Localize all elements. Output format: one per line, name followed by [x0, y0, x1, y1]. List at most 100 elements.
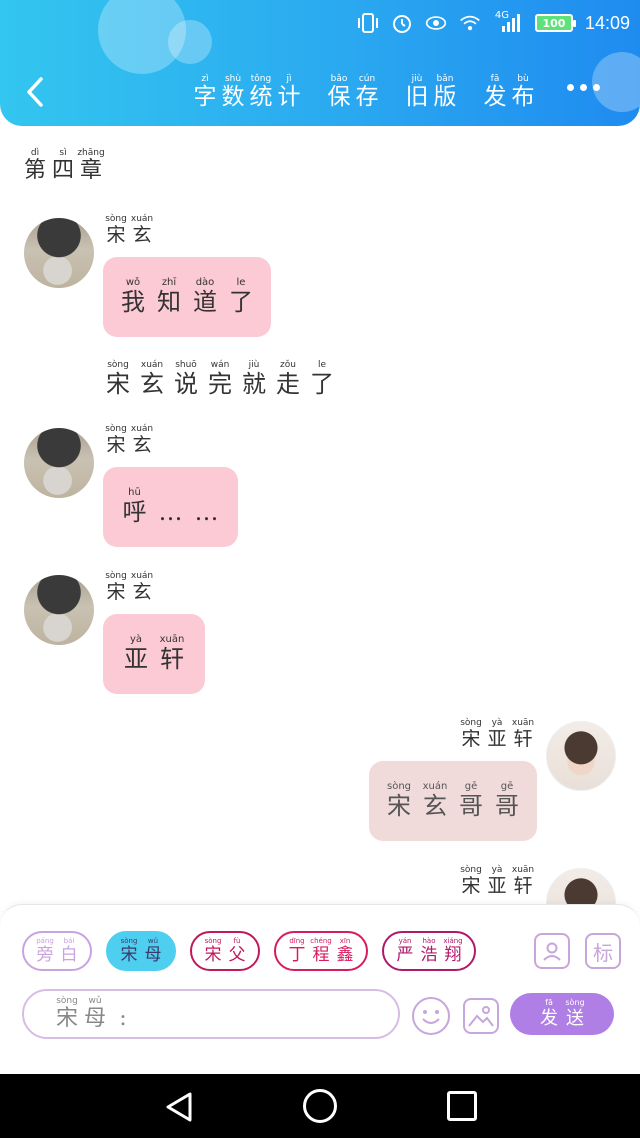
ruby-char: hào 浩 — [418, 937, 440, 965]
hanzi: 宋 — [106, 434, 126, 456]
hanzi: 宋 — [106, 370, 130, 398]
avatar-song-yaxuan[interactable] — [546, 721, 616, 791]
more-options-button[interactable] — [567, 84, 600, 91]
hanzi: 宋 — [387, 792, 411, 820]
avatar-song-xuan[interactable] — [24, 428, 94, 498]
pinyin — [205, 488, 208, 498]
emoji-button[interactable] — [412, 997, 450, 1035]
avatar-song-xuan[interactable] — [24, 575, 94, 645]
send-button[interactable]: fā 发 sòng 送 — [510, 993, 614, 1035]
ruby-char: xuān 轩 — [155, 635, 189, 674]
hanzi: 版 — [433, 84, 457, 110]
header-actions: zì 字 shù 数 tǒng 统 jì 计 bǎo 保 cún 存 jiù 旧 bǎn 版 fā 发 bù 布 — [192, 74, 536, 110]
alarm-icon — [391, 12, 413, 34]
ruby-char: bái 白 — [58, 937, 80, 965]
pinyin: zhī — [161, 277, 177, 288]
speaker-name: sòng 宋 xuán 玄 — [104, 214, 154, 246]
image-button[interactable] — [463, 998, 499, 1034]
ruby-char: shù 数 — [220, 74, 246, 110]
nav-back-icon[interactable] — [162, 1090, 196, 1124]
ruby-char: tǒng 统 — [248, 74, 274, 110]
ruby-char: gē 哥 — [490, 782, 524, 821]
hanzi: 我 — [121, 288, 145, 316]
hanzi: 翔 — [444, 945, 462, 965]
ruby-char: le 了 — [306, 360, 338, 398]
pinyin: gē — [464, 781, 478, 792]
character-chip-pang-bai[interactable]: páng 旁 bái 白 — [22, 931, 92, 971]
pinyin: jì — [286, 74, 292, 84]
pinyin: yà — [129, 634, 143, 645]
ruby-char: gē 哥 — [454, 781, 488, 821]
ruby-char: xuán 玄 — [130, 571, 154, 603]
ruby-char: le 了 — [224, 277, 258, 317]
header-bar: 4G 100 14:09 zì 字 shù 数 tǒng 统 jì 计 bǎo 保 cún 存 ji… — [0, 0, 640, 126]
publish-button[interactable]: fā 发 bù 布 — [482, 74, 536, 110]
ruby-char: sòng 宋 — [202, 937, 224, 965]
hanzi: 丁 — [288, 945, 306, 965]
pinyin: bǎn — [436, 74, 454, 84]
pinyin: le — [317, 360, 327, 370]
pinyin: shuō — [175, 360, 197, 370]
character-manage-button[interactable] — [534, 933, 570, 969]
pinyin: sòng — [56, 996, 78, 1006]
chevron-left-icon — [27, 77, 43, 107]
pinyin: sòng — [105, 571, 127, 581]
ruby-char: hū 呼 — [118, 488, 152, 527]
pinyin: xuán — [130, 424, 154, 434]
character-chip-ding-chengxin[interactable]: dīng 丁 chéng 程 xīn 鑫 — [274, 931, 368, 971]
hanzi: 旁 — [36, 945, 54, 965]
pinyin: wǔ — [88, 996, 102, 1006]
hanzi: 第 — [23, 158, 46, 183]
ruby-char: fā 发 — [482, 74, 508, 110]
nav-home-icon[interactable] — [303, 1089, 337, 1123]
chat-bubble[interactable]: hū 呼 … … — [103, 467, 238, 547]
pinyin: le — [236, 277, 246, 288]
hanzi: 保 — [327, 84, 351, 110]
pinyin: xuān — [511, 718, 535, 728]
avatar-song-xuan[interactable] — [24, 218, 94, 288]
hanzi: … — [158, 498, 183, 526]
hanzi: 轩 — [160, 645, 184, 673]
pinyin: yà — [491, 718, 503, 728]
pinyin: fù — [233, 937, 241, 945]
word-count-button[interactable]: zì 字 shù 数 tǒng 统 jì 计 — [192, 74, 302, 110]
back-button[interactable] — [22, 74, 48, 110]
ruby-char: zhī 知 — [152, 277, 186, 317]
message-input[interactable]: sòng 宋 wǔ 母 : — [22, 989, 400, 1039]
ruby-char: chéng 程 — [310, 937, 332, 965]
narration-text[interactable]: sòng 宋 xuán 玄 shuō 说 wán 完 jiù 就 zǒu 走 le 了 — [102, 360, 338, 398]
hanzi: 宋 — [204, 945, 222, 965]
hanzi: 宋 — [120, 945, 138, 965]
ruby-char: bù 布 — [510, 74, 536, 110]
network-type: 4G — [494, 9, 510, 21]
ruby-char: páng 旁 — [34, 937, 56, 965]
character-chip-yan-haoxiang[interactable]: yán 严 hào 浩 xiáng 翔 — [382, 931, 476, 971]
pinyin: páng — [36, 937, 54, 945]
chapter-title: dì 第 sì 四 zhāng 章 — [22, 148, 105, 184]
ruby-char: cún 存 — [354, 74, 380, 110]
hanzi: 母 — [144, 945, 162, 965]
pinyin: wán — [210, 360, 230, 370]
save-button[interactable]: bǎo 保 cún 存 — [326, 74, 380, 110]
pinyin: bǎo — [330, 74, 348, 84]
chat-bubble[interactable]: yà 亚 xuān 轩 — [103, 614, 205, 694]
hanzi: 说 — [174, 370, 198, 398]
pinyin: yà — [491, 865, 503, 875]
hanzi: 亚 — [487, 875, 507, 897]
pinyin: xuán — [130, 214, 154, 224]
old-version-button[interactable]: jiù 旧 bǎn 版 — [404, 74, 458, 110]
pinyin: sòng — [120, 937, 138, 945]
character-chip-song-mu[interactable]: sòng 宋 wǔ 母 — [106, 931, 176, 971]
ruby-char: sòng 宋 — [382, 782, 416, 821]
nav-recent-icon[interactable] — [447, 1091, 477, 1121]
hanzi: 玄 — [132, 224, 152, 246]
hanzi: 道 — [193, 288, 217, 316]
ruby-char: fù 父 — [226, 937, 248, 965]
character-chip-song-fu[interactable]: sòng 宋 fù 父 — [190, 931, 260, 971]
tag-button[interactable]: 标 — [585, 933, 621, 969]
chat-bubble[interactable]: wǒ 我 zhī 知 dào 道 le 了 — [103, 257, 271, 337]
hanzi: 亚 — [487, 728, 507, 750]
ruby-char: … — [190, 488, 224, 526]
pinyin: bù — [517, 74, 529, 84]
chat-bubble[interactable]: sòng 宋 xuán 玄 gē 哥 gē 哥 — [369, 761, 537, 841]
